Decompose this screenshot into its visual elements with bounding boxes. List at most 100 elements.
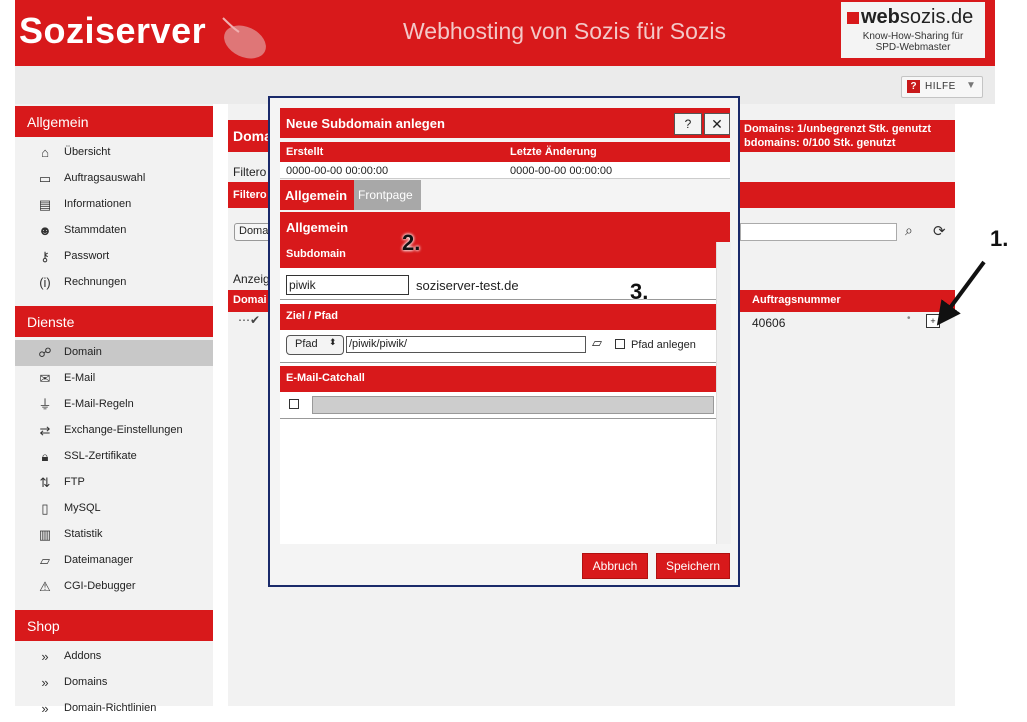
column-header-order-number[interactable]: Auftragsnummer <box>752 294 841 306</box>
sidebar-item-ssl[interactable]: 🔒︎ SSL-Zertifikate <box>15 444 213 470</box>
filter-input[interactable] <box>740 223 897 241</box>
site-header: Soziserver Webhosting von Sozis für Sozi… <box>15 0 995 66</box>
last-changed-value: 0000-00-00 00:00:00 <box>510 165 613 177</box>
user-icon: ☻ <box>38 223 52 238</box>
target-path-header: Ziel / Pfad <box>280 304 716 330</box>
save-button[interactable]: Speichern <box>656 553 730 579</box>
path-type-value: Pfad <box>295 338 318 350</box>
database-icon: ▯ <box>41 501 49 516</box>
close-button[interactable]: ✕ <box>704 113 730 135</box>
site-logo[interactable]: Soziserver <box>19 10 206 52</box>
divider <box>280 418 716 419</box>
last-changed-header: Letzte Änderung <box>510 146 597 158</box>
double-arrow-icon: » <box>41 675 49 690</box>
catchall-input[interactable] <box>312 396 714 414</box>
sidebar-item-passwort[interactable]: ⚷ Passwort <box>15 244 213 270</box>
dialog-title-bar: Neue Subdomain anlegen ? ✕ <box>280 108 730 138</box>
folder-icon: ▱ <box>40 553 50 568</box>
domains-usage-stat: Domains: 1/unbegrenzt Stk. genutzt <box>744 123 932 135</box>
sidebar-header-shop: Shop <box>15 610 213 641</box>
path-input[interactable]: /piwik/piwik/ <box>346 336 586 353</box>
help-button[interactable]: ? HILFE ▼ <box>901 76 983 98</box>
partner-subline-2: SPD-Webmaster <box>875 42 951 53</box>
path-type-select[interactable]: Pfad ⬍ <box>286 335 344 355</box>
sidebar-header-allgemein: Allgemein <box>15 106 213 137</box>
partner-name: websozis.de <box>861 6 974 28</box>
created-value: 0000-00-00 00:00:00 <box>286 165 389 177</box>
status-dot-icon: • <box>907 313 911 324</box>
section-header-allgemein: Allgemein <box>280 212 730 242</box>
sidebar-item-ftp[interactable]: ⇅ FTP <box>15 470 213 496</box>
pointer-help-icon: ? <box>684 117 692 131</box>
chevron-down-icon: ▼ <box>966 80 976 91</box>
window-icon: ▭ <box>38 171 52 186</box>
email-catchall-header: E-Mail-Catchall <box>280 366 716 392</box>
document-icon: ▤ <box>38 197 52 212</box>
form-scrollbar[interactable] <box>716 242 731 544</box>
sidebar-item-auftragsauswahl[interactable]: ▭ Auftragsauswahl <box>15 166 213 192</box>
create-path-label: Pfad anlegen <box>631 339 696 351</box>
ftp-icon: ⇅ <box>39 475 51 490</box>
sidebar-item-domains[interactable]: » Domains <box>15 670 213 696</box>
subdomain-header: Subdomain <box>280 242 716 268</box>
sidebar-item-dateimanager[interactable]: ▱ Dateimanager <box>15 548 213 574</box>
debug-icon: ⚠ <box>39 579 51 594</box>
sidebar-item-rechnungen[interactable]: (i) Rechnungen <box>15 270 213 296</box>
sidebar-item-stammdaten[interactable]: ☻ Stammdaten <box>15 218 213 244</box>
sidebar-item-email[interactable]: ✉ E-Mail <box>15 366 213 392</box>
sidebar-item-mysql[interactable]: ▯ MySQL <box>15 496 213 522</box>
subdomains-usage-stat: bdomains: 0/100 Stk. genutzt <box>744 137 896 149</box>
sidebar-item-statistik[interactable]: ▥ Statistik <box>15 522 213 548</box>
sidebar-item-domain-richtlinien[interactable]: » Domain-Richtlinien <box>15 696 213 722</box>
partner-logo[interactable]: websozis.de Know-How-Sharing für SPD-Web… <box>841 2 985 58</box>
annotation-label-1: 1. <box>990 226 1009 251</box>
domain-icon: ☍ <box>38 345 52 360</box>
search-icon[interactable]: ⌕ <box>905 222 913 239</box>
annotation-label-2: 2. <box>402 230 421 255</box>
sidebar-item-uebersicht[interactable]: ⌂ Übersicht <box>15 140 213 166</box>
exchange-icon: ⇄ <box>39 423 51 438</box>
sidebar-item-email-regeln[interactable]: ⏚ E-Mail-Regeln <box>15 392 213 418</box>
sidebar-item-informationen[interactable]: ▤ Informationen <box>15 192 213 218</box>
double-arrow-icon: » <box>41 649 49 664</box>
sidebar-header-dienste: Dienste <box>15 306 213 337</box>
sidebar-item-cgi-debugger[interactable]: ⚠ CGI-Debugger <box>15 574 213 600</box>
tab-allgemein[interactable]: Allgemein <box>280 180 354 210</box>
add-subdomain-icon[interactable]: + <box>926 314 940 328</box>
double-arrow-icon: » <box>41 701 49 716</box>
sidebar: Allgemein ⌂ Übersicht ▭ Auftragsauswahl ▤ I… <box>15 104 213 716</box>
catchall-checkbox[interactable] <box>289 399 299 409</box>
new-subdomain-dialog: Neue Subdomain anlegen ? ✕ Erstellt Letz… <box>268 96 740 587</box>
home-icon: ⌂ <box>41 145 49 160</box>
mouse-graphic-icon <box>222 17 266 59</box>
folder-browse-icon[interactable]: ▱ <box>592 335 602 351</box>
sidebar-item-domain[interactable]: ☍ Domain <box>15 340 213 366</box>
parent-domain-label: soziserver-test.de <box>416 278 519 293</box>
key-icon: ⚷ <box>40 249 50 264</box>
help-label: HILFE <box>925 81 956 92</box>
create-path-checkbox[interactable] <box>615 339 625 349</box>
order-number-cell: 40606 <box>752 316 786 330</box>
sidebar-item-addons[interactable]: » Addons <box>15 644 213 670</box>
meta-value-row: 0000-00-00 00:00:00 0000-00-00 00:00:00 <box>280 162 730 179</box>
refresh-icon[interactable]: ⟳ <box>933 222 946 240</box>
context-help-button[interactable]: ? <box>674 113 702 135</box>
tab-frontpage[interactable]: Frontpage <box>354 180 421 210</box>
column-header-domain[interactable]: Domai <box>233 294 267 306</box>
dialog-title: Neue Subdomain anlegen <box>286 116 445 131</box>
divider <box>280 299 716 300</box>
filter-header-label: Filtero <box>233 189 267 201</box>
select-arrows-icon: ⬍ <box>329 337 337 347</box>
subdomain-input[interactable]: piwik <box>286 275 409 295</box>
divider <box>280 362 716 363</box>
help-icon: ? <box>907 80 920 93</box>
partner-subline-1: Know-How-Sharing für <box>862 31 964 42</box>
sidebar-item-exchange[interactable]: ⇄ Exchange-Einstellungen <box>15 418 213 444</box>
check-icon: ⋯✔ <box>238 313 261 327</box>
filter-label: Filtero <box>233 165 267 179</box>
chart-icon: ▥ <box>38 527 52 542</box>
mail-icon: ✉ <box>39 371 51 386</box>
cancel-button[interactable]: Abbruch <box>582 553 648 579</box>
site-tagline: Webhosting von Sozis für Sozis <box>403 18 727 44</box>
invoice-icon: (i) <box>39 275 51 290</box>
